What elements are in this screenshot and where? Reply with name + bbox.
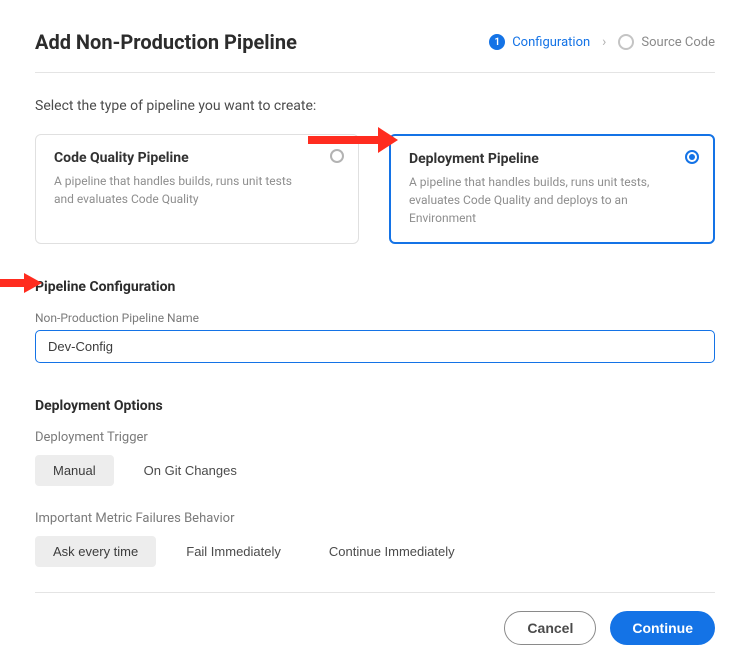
step-configuration[interactable]: 1 Configuration — [489, 34, 590, 50]
step-source-code[interactable]: Source Code — [618, 34, 715, 50]
step-2-label: Source Code — [641, 35, 715, 50]
chevron-right-icon: › — [602, 34, 606, 50]
cancel-button[interactable]: Cancel — [504, 611, 596, 645]
pipeline-name-input[interactable] — [35, 330, 715, 363]
step-1-circle-icon: 1 — [489, 34, 505, 50]
metric-failures-label: Important Metric Failures Behavior — [35, 511, 715, 526]
metric-ask-button[interactable]: Ask every time — [35, 536, 156, 567]
divider — [35, 72, 715, 73]
card-deployment-desc: A pipeline that handles builds, runs uni… — [409, 173, 695, 227]
annotation-arrow-icon — [0, 272, 42, 294]
page-title: Add Non-Production Pipeline — [35, 30, 297, 54]
divider — [35, 592, 715, 593]
card-code-quality-title: Code Quality Pipeline — [54, 150, 340, 166]
section-pipeline-configuration: Pipeline Configuration — [35, 279, 715, 295]
wizard-stepper: 1 Configuration › Source Code — [489, 34, 715, 50]
pipeline-name-label: Non-Production Pipeline Name — [35, 311, 715, 325]
intro-text: Select the type of pipeline you want to … — [35, 98, 715, 114]
metric-fail-button[interactable]: Fail Immediately — [168, 536, 299, 567]
annotation-arrow-icon — [308, 125, 398, 155]
card-deployment-title: Deployment Pipeline — [409, 151, 695, 167]
trigger-manual-button[interactable]: Manual — [35, 455, 114, 486]
continue-button[interactable]: Continue — [610, 611, 715, 645]
card-code-quality-desc: A pipeline that handles builds, runs uni… — [54, 172, 340, 208]
section-deployment-options: Deployment Options — [35, 398, 715, 414]
radio-deployment[interactable] — [685, 150, 699, 164]
step-2-circle-icon — [618, 34, 634, 50]
deployment-trigger-label: Deployment Trigger — [35, 430, 715, 445]
metric-continue-button[interactable]: Continue Immediately — [311, 536, 473, 567]
trigger-git-changes-button[interactable]: On Git Changes — [126, 455, 255, 486]
card-deployment-pipeline[interactable]: Deployment Pipeline A pipeline that hand… — [389, 134, 715, 244]
step-1-label: Configuration — [512, 35, 590, 50]
